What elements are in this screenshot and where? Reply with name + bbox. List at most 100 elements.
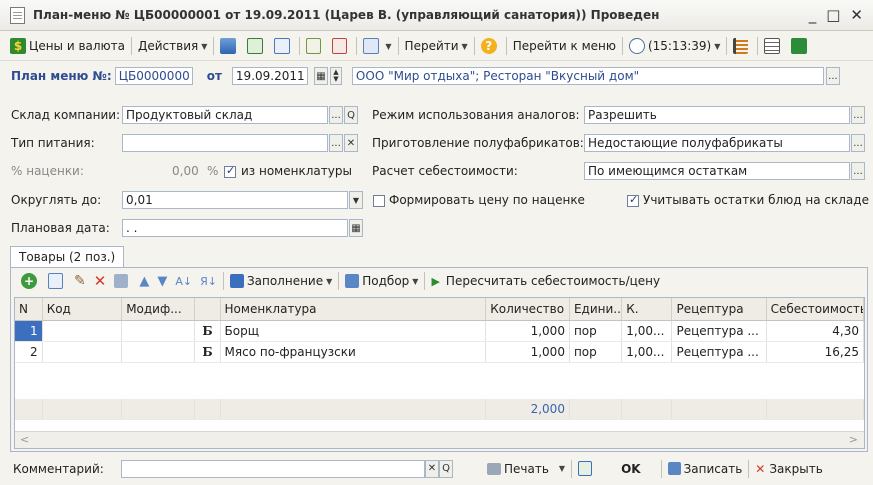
post-button[interactable] [216,35,243,57]
column-header[interactable] [194,298,221,321]
recalc-button[interactable]: ▶ Пересчитать себестоимость/цену [427,270,664,292]
plan-date-field[interactable]: . . [122,219,348,237]
list-button[interactable] [760,35,787,57]
print-forms-menu[interactable]: ▼ [359,35,395,57]
calendar-button[interactable]: ▦ [313,67,328,85]
column-header[interactable]: Модиф... [121,298,196,321]
search-icon[interactable]: Q [439,459,453,478]
column-header[interactable]: Количество [485,298,570,321]
unit-cell[interactable]: пор [569,341,623,363]
column-header[interactable]: Номенклатура [220,298,487,321]
date-field[interactable]: 19.09.2011 [231,67,308,85]
food-type-field[interactable] [122,134,328,152]
cost-calc-select-button[interactable]: ... [851,162,865,180]
ok-button[interactable]: OK [617,458,645,480]
round-dropdown-button[interactable]: ▼ [349,191,363,209]
structure-button[interactable] [328,35,354,57]
code-cell[interactable] [42,341,123,363]
minimize-button[interactable]: _ [809,6,817,24]
column-header[interactable]: Код [42,298,123,321]
nomenclature-cell[interactable]: Мясо по-французски [220,341,487,363]
time-menu[interactable]: (15:13:39) ▼ [625,35,724,57]
menu-number-field[interactable]: ЦБ0000000 [114,67,193,85]
cost-cell[interactable]: 4,30 [766,320,864,342]
sort-asc-button[interactable]: A↓ [171,270,196,292]
move-up-button[interactable]: ▲ [135,270,153,292]
nomenclature-cell[interactable]: Борщ [220,320,487,342]
close-window-button[interactable]: ✕ [850,6,863,24]
account-leftovers-checkbox[interactable] [627,193,639,207]
coefficient-cell[interactable]: 1,00... [621,341,673,363]
prices-currency-button[interactable]: $ Цены и валюта [6,35,129,57]
row-number[interactable]: 1 [15,320,43,342]
calendar-icon[interactable]: ▦ [349,219,363,237]
food-type-select-button[interactable]: ... [329,134,343,152]
analog-mode-select-button[interactable]: ... [851,106,865,124]
comment-clear-button[interactable]: ✕ [425,459,439,478]
checkbox-unchecked-icon [373,194,385,207]
clock-icon [628,38,645,54]
add-row-button[interactable]: + [17,270,44,292]
row-number[interactable]: 2 [15,341,43,363]
warehouse-select-button[interactable]: ... [329,106,343,124]
search-icon[interactable]: Q [344,106,358,124]
recipe-cell[interactable]: Рецептура ... [671,320,767,342]
delete-row-button[interactable]: ✕ [90,270,111,292]
horizontal-scrollbar[interactable]: < > [15,431,864,448]
semi-products-field[interactable]: Недостающие полуфабрикаты [584,134,850,152]
print-menu[interactable]: Печать ▼ [483,458,569,480]
quantity-cell[interactable]: 1,000 [485,341,570,363]
modification-cell[interactable] [121,320,196,342]
analog-mode-field[interactable]: Разрешить [584,106,850,124]
sort-desc-button[interactable]: Я↓ [196,270,221,292]
select-menu[interactable]: Подбор ▼ [341,270,422,292]
semi-products-select-button[interactable]: ... [851,134,865,152]
clear-icon[interactable]: ✕ [344,134,358,152]
column-header[interactable]: N [15,298,43,321]
modification-cell[interactable] [121,341,196,363]
hierarchy-button[interactable] [729,35,755,57]
copy-button[interactable] [270,35,297,57]
column-header[interactable]: Себестоимость [766,298,864,321]
fill-menu[interactable]: Заполнение ▼ [226,270,336,292]
unit-cell[interactable]: пор [569,320,623,342]
date-spin-button[interactable]: ▲ ▼ [329,67,342,85]
post-doc-button[interactable] [574,458,599,480]
refresh-button[interactable] [243,35,270,57]
goto-menu-button[interactable]: Перейти к меню [509,35,620,57]
save-button[interactable]: Записать [664,458,747,480]
plan-date-label: Плановая дата: [11,221,110,235]
scroll-right-icon[interactable]: > [849,432,858,448]
copy-row-button[interactable] [44,270,70,292]
based-on-button[interactable] [302,35,328,57]
markup-price-checkbox[interactable] [373,193,385,207]
column-header[interactable]: Рецептура [671,298,767,321]
warehouse-field[interactable]: Продуктовый склад [122,106,328,124]
close-button[interactable]: ✕ Закрыть [751,458,827,480]
column-header[interactable]: К. [621,298,673,321]
end-edit-button[interactable] [110,270,135,292]
coefficient-cell[interactable]: 1,00... [621,320,673,342]
cost-cell[interactable]: 16,25 [766,341,864,363]
comment-field[interactable] [121,459,425,478]
organization-field[interactable]: ООО "Мир отдыха"; Ресторан "Вкусный дом" [351,67,824,85]
help-button[interactable]: ? [477,35,504,57]
organization-select-button[interactable]: ... [825,67,840,85]
goto-menu[interactable]: Перейти ▼ [401,35,472,57]
code-cell[interactable] [42,320,123,342]
scroll-left-icon[interactable]: < [20,432,29,448]
table-row[interactable]: 2 Б Мясо по-французски 1,000 пор 1,00...… [15,341,864,363]
maximize-button[interactable]: □ [826,6,840,24]
cost-calc-field[interactable]: По имеющимся остаткам [584,162,850,180]
tab-goods[interactable]: Товары (2 поз.) [10,246,125,268]
column-header[interactable]: Едини... [569,298,623,321]
from-nomenclature-checkbox[interactable] [224,164,236,178]
actions-menu[interactable]: Действия ▼ [134,35,211,57]
table-row[interactable]: 1 Б Борщ 1,000 пор 1,00... Рецептура ...… [15,320,864,342]
move-down-button[interactable]: ▼ [153,270,171,292]
quantity-cell[interactable]: 1,000 [485,320,570,342]
structure-chart-button[interactable] [787,35,814,57]
round-field[interactable]: 0,01 [122,191,348,209]
recipe-cell[interactable]: Рецептура ... [671,341,767,363]
edit-row-button[interactable]: ✎ [70,270,90,292]
